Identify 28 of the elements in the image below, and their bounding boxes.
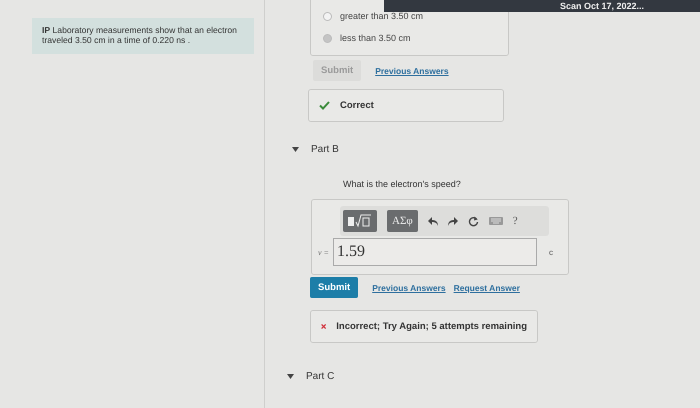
question-text: What is the electron's speed? bbox=[343, 179, 462, 189]
unit-label: c bbox=[548, 248, 553, 256]
cross-icon bbox=[321, 322, 326, 331]
option-label: greater than 3.50 cm bbox=[340, 11, 424, 21]
caret-icon[interactable] bbox=[292, 147, 299, 152]
templates-button[interactable] bbox=[343, 210, 377, 232]
part-title[interactable]: Part C bbox=[306, 371, 334, 382]
radio-button[interactable] bbox=[323, 12, 332, 20]
check-icon bbox=[319, 101, 330, 110]
part-title[interactable]: Part B bbox=[311, 144, 339, 155]
variable-label: v = bbox=[318, 248, 329, 256]
feedback-text: Correct bbox=[340, 100, 374, 111]
taskbar-label: Scan Oct 17, 2022... bbox=[560, 0, 644, 12]
answer-field[interactable]: 1.59 bbox=[332, 238, 537, 266]
option-label: less than 3.50 cm bbox=[340, 33, 411, 43]
answer-link[interactable]: Request Answer bbox=[454, 282, 520, 292]
answer-link[interactable]: Previous Answers bbox=[372, 282, 446, 292]
redo-icon[interactable] bbox=[448, 216, 458, 226]
submit-button[interactable]: Submit bbox=[310, 277, 358, 298]
radio-button[interactable] bbox=[323, 34, 332, 42]
help-button[interactable]: ? bbox=[512, 215, 518, 227]
symbols-button[interactable]: ΑΣφ bbox=[387, 210, 418, 232]
reset-icon[interactable] bbox=[468, 216, 479, 226]
feedback-text: Incorrect; Try Again; 5 attempts remaining bbox=[336, 321, 527, 332]
caret-icon[interactable] bbox=[287, 374, 294, 379]
undo-icon[interactable] bbox=[428, 216, 438, 226]
problem-statement: IP Laboratory measurements show that an electron traveled 3.50 cm in a time of 0.220 ns . bbox=[32, 18, 254, 54]
previous-answers-link[interactable]: Previous Answers bbox=[375, 66, 449, 76]
